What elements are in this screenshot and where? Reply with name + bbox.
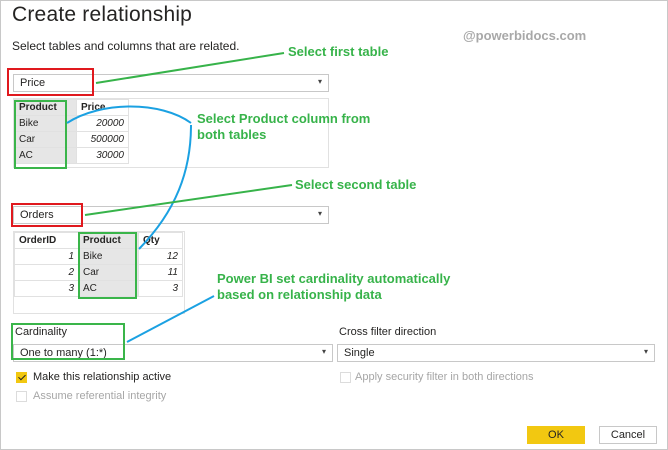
table-cell[interactable]: 500000 xyxy=(76,131,129,148)
active-relationship-label: Make this relationship active xyxy=(33,371,172,383)
table-cell[interactable]: 20000 xyxy=(76,115,129,132)
first-product-column-highlight xyxy=(14,100,67,169)
cross-filter-select-value: Single xyxy=(344,347,375,359)
annotation-product-column-line2: both tables xyxy=(197,127,267,142)
security-filter-label: Apply security filter in both directions xyxy=(355,371,534,383)
annotation-second-table: Select second table xyxy=(295,177,417,192)
chevron-down-icon[interactable]: ▾ xyxy=(644,347,648,356)
table-cell[interactable]: 11 xyxy=(138,264,183,281)
annotation-cardinality-line1: Power BI set cardinality automatically xyxy=(217,271,451,286)
annotation-product-column-line1: Select Product column from xyxy=(197,111,371,126)
security-filter-checkbox[interactable] xyxy=(340,372,351,383)
chevron-down-icon[interactable]: ▾ xyxy=(322,347,326,356)
column-header-qty[interactable]: Qty xyxy=(138,232,183,249)
cross-filter-label: Cross filter direction xyxy=(339,326,437,338)
cardinality-highlight xyxy=(11,323,125,360)
table-cell[interactable]: 3 xyxy=(14,280,79,297)
second-product-column-highlight xyxy=(78,232,137,299)
second-table-highlight xyxy=(11,203,83,227)
referential-integrity-checkbox[interactable] xyxy=(16,391,27,402)
table-cell[interactable]: 3 xyxy=(138,280,183,297)
chevron-down-icon[interactable]: ▾ xyxy=(318,209,322,218)
table-cell[interactable]: 2 xyxy=(14,264,79,281)
active-relationship-checkbox[interactable] xyxy=(16,372,27,383)
create-relationship-dialog: Create relationship Select tables and co… xyxy=(0,0,668,450)
table-cell[interactable]: 30000 xyxy=(76,147,129,164)
ok-button[interactable]: OK xyxy=(527,426,585,444)
table-cell[interactable]: 12 xyxy=(138,248,183,265)
table-cell[interactable]: 1 xyxy=(14,248,79,265)
chevron-down-icon[interactable]: ▾ xyxy=(318,77,322,86)
watermark: @powerbidocs.com xyxy=(463,28,587,43)
cancel-button[interactable]: Cancel xyxy=(599,426,657,444)
cross-filter-select[interactable]: Single ▾ xyxy=(337,344,655,362)
dialog-title: Create relationship xyxy=(12,3,193,26)
dialog-subtitle: Select tables and columns that are relat… xyxy=(12,39,240,53)
first-table-highlight xyxy=(7,68,94,96)
annotation-first-table: Select first table xyxy=(288,44,389,59)
column-header-orderid[interactable]: OrderID xyxy=(14,232,79,249)
column-header-price[interactable]: Price xyxy=(76,99,129,116)
referential-integrity-label: Assume referential integrity xyxy=(33,390,167,402)
annotation-cardinality-line2: based on relationship data xyxy=(217,287,382,302)
